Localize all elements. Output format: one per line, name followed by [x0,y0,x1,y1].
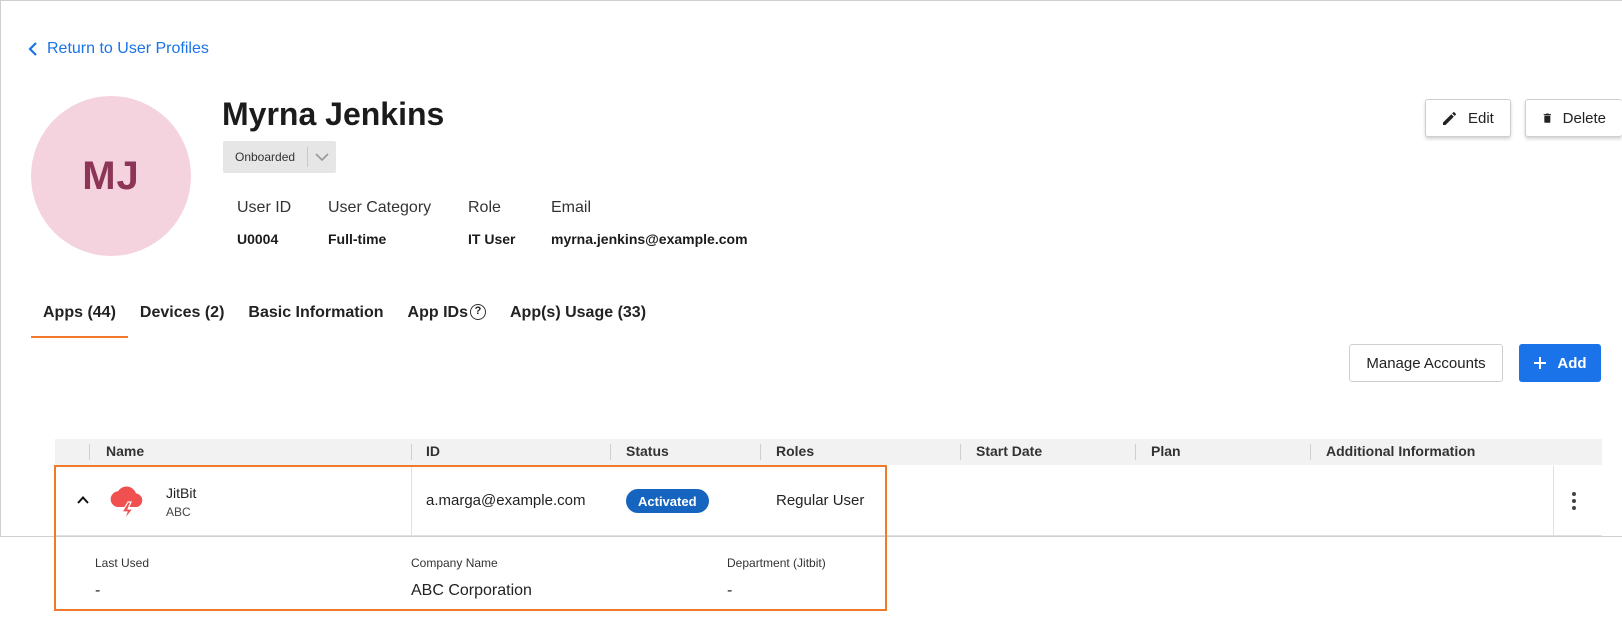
avatar-initials: MJ [82,153,140,198]
column-divider[interactable] [610,444,611,460]
chevron-down-icon[interactable] [308,152,336,162]
app-org: ABC [166,505,191,519]
info-value: IT User [468,231,516,247]
detail-value: ABC Corporation [411,582,532,599]
plus-icon [1534,357,1547,369]
detail-label: Department (Jitbit) [727,556,826,570]
tab-devices[interactable]: Devices (2) [128,296,237,338]
info-user-category: User Category Full-time [328,199,431,247]
account-role: Regular User [776,492,865,509]
app-name[interactable]: JitBit [166,485,196,501]
cell-divider [1553,466,1554,536]
column-header-name[interactable]: Name [106,443,144,459]
column-header-roles[interactable]: Roles [776,443,814,459]
column-divider[interactable] [1135,444,1136,460]
avatar: MJ [31,96,191,256]
manage-accounts-button[interactable]: Manage Accounts [1349,344,1503,382]
status-dropdown-value: Onboarded [235,150,296,164]
info-user-id: User ID U0004 [237,199,291,247]
pencil-icon [1443,111,1457,125]
edit-button[interactable]: Edit [1425,99,1511,137]
tab-app-usage[interactable]: App(s) Usage (33) [498,296,658,338]
info-role: Role IT User [468,199,515,247]
tab-label: Basic Information [248,304,384,321]
trash-icon [1543,113,1551,123]
table-header: Name ID Status Roles Start Date Plan Add… [55,439,1602,465]
status-dropdown[interactable]: Onboarded [223,141,336,173]
detail-company-name: Company Name ABC Corporation [411,556,532,600]
info-value: Full-time [328,231,387,247]
info-label: User Category [328,199,432,216]
detail-value: - [727,582,733,599]
delete-button[interactable]: Delete [1525,99,1622,137]
page-title: Myrna Jenkins [222,96,445,132]
cell-divider [411,466,412,536]
info-label: Role [468,199,501,216]
return-link-label: Return to User Profiles [47,40,209,57]
column-header-status[interactable]: Status [626,443,669,459]
tab-bar: Apps (44) Devices (2) Basic Information … [31,296,658,338]
info-label: Email [551,199,592,216]
tab-label: Apps (44) [43,304,116,321]
tab-label: Devices (2) [139,304,225,321]
column-header-id[interactable]: ID [426,443,440,459]
detail-value: - [95,582,101,599]
tab-label: App(s) Usage (33) [510,304,647,321]
column-header-plan[interactable]: Plan [1151,443,1181,459]
info-value: myrna.jenkins@example.com [551,231,748,247]
column-header-start-date[interactable]: Start Date [976,443,1042,459]
detail-label: Company Name [411,556,498,570]
info-value: U0004 [237,231,279,247]
info-email: Email myrna.jenkins@example.com [551,199,748,247]
tab-basic-information[interactable]: Basic Information [236,296,395,338]
column-header-additional-information[interactable]: Additional Information [1326,443,1475,459]
status-badge: Activated [626,489,709,513]
detail-last-used: Last Used - [95,556,149,600]
column-divider[interactable] [760,444,761,460]
delete-button-label: Delete [1562,109,1606,127]
help-icon[interactable]: ? [470,304,486,320]
detail-label: Last Used [95,556,150,570]
return-link[interactable]: Return to User Profiles [28,40,209,58]
column-divider [89,444,90,460]
jitbit-logo-icon [110,486,143,521]
edit-button-label: Edit [1468,109,1494,127]
chevron-up-icon[interactable] [77,494,89,506]
manage-accounts-label: Manage Accounts [1366,354,1486,372]
tab-apps[interactable]: Apps (44) [31,296,128,338]
add-button-label: Add [1557,354,1587,372]
tab-label: App IDs [407,304,468,321]
add-button[interactable]: Add [1519,344,1601,382]
column-divider[interactable] [1310,444,1311,460]
info-label: User ID [237,199,292,216]
more-vertical-icon[interactable] [1568,490,1580,512]
column-divider[interactable] [960,444,961,460]
account-id: a.marga@example.com [426,492,586,509]
detail-department: Department (Jitbit) - [727,556,826,600]
chevron-left-icon [28,42,37,56]
column-divider[interactable] [411,444,412,460]
tab-app-ids[interactable]: App IDs? [396,296,498,338]
